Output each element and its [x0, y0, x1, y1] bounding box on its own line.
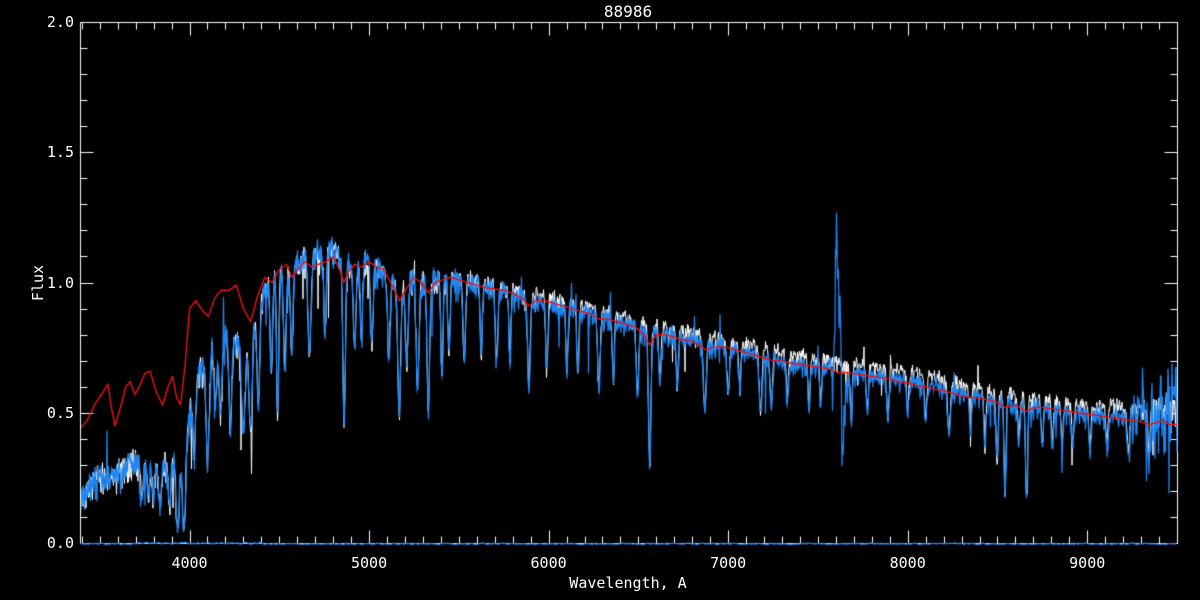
- x-axis-label: Wavelength, A: [569, 574, 687, 592]
- y-tick-label: 1.5: [46, 143, 74, 162]
- y-tick-label: 0.5: [46, 403, 74, 422]
- y-tick-label: 2.0: [46, 13, 74, 31]
- spectrum-canvas: [0, 0, 1200, 600]
- spectrum-plot: 88986 Wavelength, A Flux 0.0 0.5 1.0 1.5 2.0…: [0, 0, 1200, 600]
- x-tick-label: 4000: [171, 554, 208, 572]
- plot-title: 88986: [603, 2, 653, 21]
- y-tick-label: 1.0: [46, 273, 74, 292]
- x-tick-label: 9000: [1069, 554, 1106, 572]
- y-tick-label: 0.0: [46, 534, 74, 552]
- x-tick-label: 8000: [889, 554, 926, 572]
- x-tick-label: 7000: [710, 554, 747, 572]
- x-tick-label: 6000: [530, 554, 567, 572]
- x-tick-label: 5000: [350, 554, 388, 572]
